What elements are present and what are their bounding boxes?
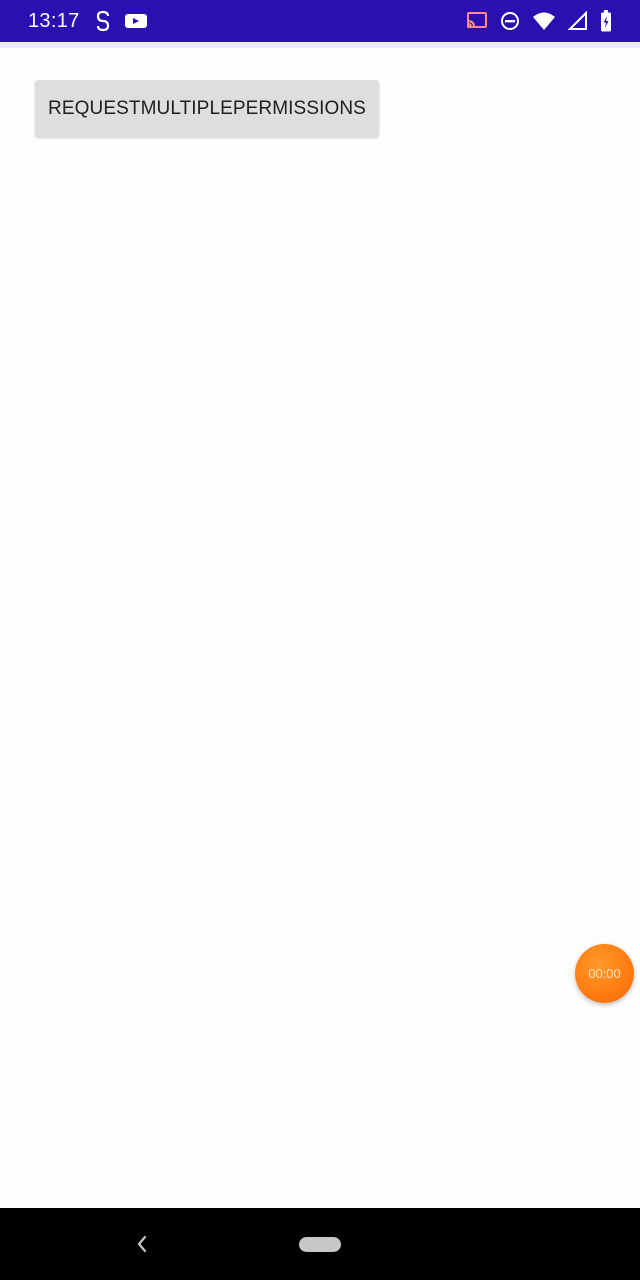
battery-icon — [600, 10, 612, 32]
status-left-icons — [94, 10, 148, 32]
cast-icon — [466, 11, 488, 31]
wifi-icon — [532, 11, 556, 31]
home-pill[interactable] — [299, 1237, 341, 1252]
do-not-disturb-icon — [500, 11, 520, 31]
request-multiple-permissions-button[interactable]: REQUESTMULTIPLEPERMISSIONS — [35, 80, 379, 137]
status-bar: 13:17 — [0, 0, 640, 42]
video-camera-icon — [124, 12, 148, 30]
status-time: 13:17 — [28, 9, 80, 32]
status-right-icons — [466, 10, 612, 32]
timer-text: 00:00 — [588, 966, 621, 981]
navigation-bar — [0, 1208, 640, 1280]
phone-screen: 13:17 REQUESTMULTIPLEPERMISSIONS 00:00 — [0, 0, 640, 1280]
main-content: REQUESTMULTIPLEPERMISSIONS — [0, 48, 640, 1208]
back-icon[interactable] — [128, 1230, 156, 1258]
sync-icon — [94, 10, 112, 32]
signal-icon — [568, 11, 588, 31]
recording-timer-bubble[interactable]: 00:00 — [575, 944, 634, 1003]
